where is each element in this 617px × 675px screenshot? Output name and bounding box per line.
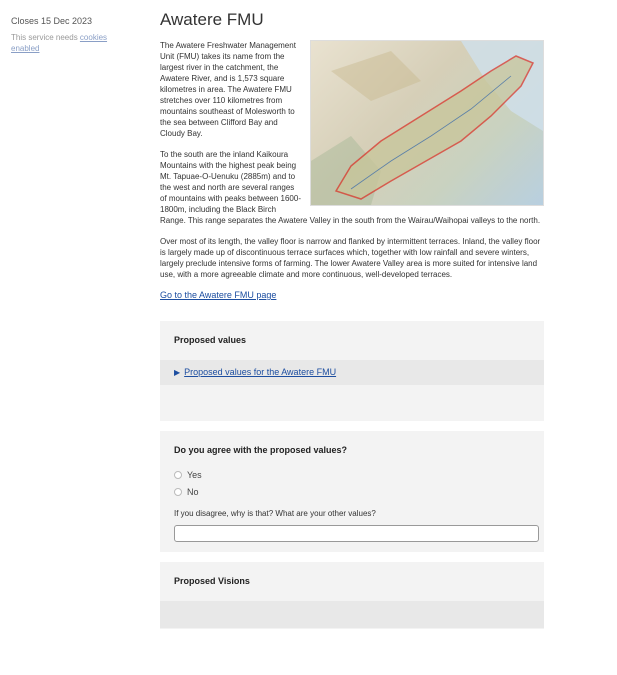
proposed-values-panel: Proposed values ▶ Proposed values for the… xyxy=(160,321,544,421)
radio-yes-icon[interactable] xyxy=(174,471,182,479)
proposed-visions-panel: Proposed Visions xyxy=(160,562,544,629)
agree-question-panel: Do you agree with the proposed values? Y… xyxy=(160,431,544,552)
page-title: Awatere FMU xyxy=(160,10,264,29)
agree-question-heading: Do you agree with the proposed values? xyxy=(174,445,348,455)
sidebar: Closes 15 Dec 2023 This service needs co… xyxy=(11,16,131,54)
proposed-visions-details[interactable] xyxy=(160,601,544,628)
intro-section: The Awatere Freshwater Management Unit (… xyxy=(160,40,544,300)
panel-spacer xyxy=(174,385,530,411)
radio-no-label: No xyxy=(187,487,199,497)
fmu-map-image xyxy=(310,40,544,206)
main-content: Awatere FMU The Awatere Freshwater Manag… xyxy=(160,10,544,639)
radio-option-no[interactable]: No xyxy=(174,487,530,497)
radio-yes-label: Yes xyxy=(187,470,202,480)
disagree-question-label: If you disagree, why is that? What are y… xyxy=(174,509,376,518)
radio-no-icon[interactable] xyxy=(174,488,182,496)
proposed-visions-heading: Proposed Visions xyxy=(174,576,250,586)
cookie-notice: This service needs cookies enabled xyxy=(11,32,131,54)
triangle-right-icon: ▶ xyxy=(174,368,181,377)
other-values-input[interactable] xyxy=(174,525,539,542)
map-graphic xyxy=(311,41,543,205)
proposed-values-heading: Proposed values xyxy=(174,335,247,345)
proposed-values-details[interactable]: ▶ Proposed values for the Awatere FMU xyxy=(160,360,544,385)
cookie-notice-text: This service needs xyxy=(11,33,80,42)
closing-date: Closes 15 Dec 2023 xyxy=(11,16,93,26)
proposed-values-details-link[interactable]: Proposed values for the Awatere FMU xyxy=(184,367,336,377)
intro-paragraph-3: Over most of its length, the valley floo… xyxy=(160,237,541,279)
radio-option-yes[interactable]: Yes xyxy=(174,470,530,480)
fmu-page-link[interactable]: Go to the Awatere FMU page xyxy=(160,290,544,300)
